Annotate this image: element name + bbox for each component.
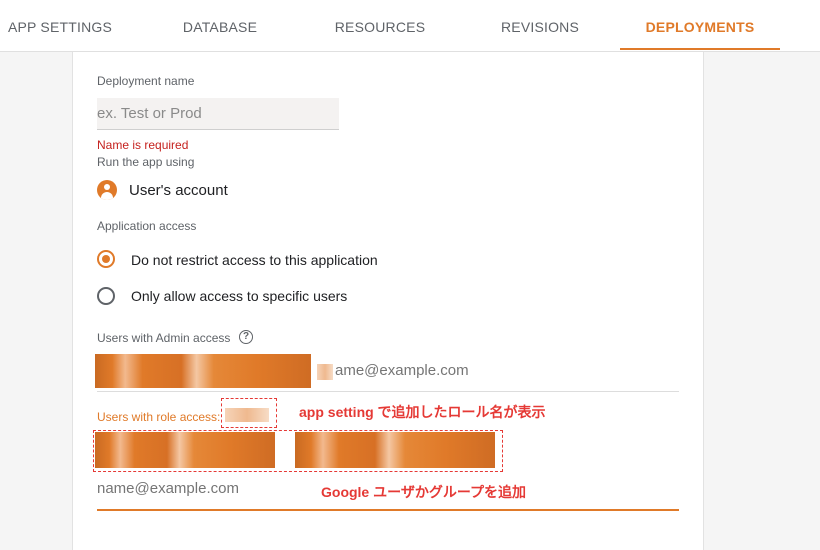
tab-bar: APP SETTINGS DATABASE RESOURCES REVISION… bbox=[0, 0, 820, 52]
radio-unrestricted-icon[interactable] bbox=[97, 250, 115, 268]
role-email-input[interactable]: name@example.com bbox=[97, 480, 239, 497]
tab-revisions[interactable]: REVISIONS bbox=[480, 0, 600, 51]
group-annotation: Google ユーザかグループを追加 bbox=[321, 484, 526, 500]
role-name-annotation-box bbox=[221, 398, 277, 428]
deployment-name-input[interactable] bbox=[97, 98, 339, 129]
tab-app-settings[interactable]: APP SETTINGS bbox=[0, 0, 120, 51]
admin-email-input[interactable]: ame@example.com bbox=[335, 362, 469, 379]
application-access-label: Application access bbox=[97, 219, 197, 233]
run-as-value: User's account bbox=[129, 182, 228, 199]
account-circle-icon bbox=[97, 180, 117, 200]
deployment-form: Deployment name Name is required Run the… bbox=[72, 52, 704, 550]
role-users-annotation-box bbox=[93, 430, 503, 472]
role-input-focus-underline bbox=[97, 509, 679, 511]
radio-specific-users-icon[interactable] bbox=[97, 287, 115, 305]
redacted-admin-chip bbox=[95, 354, 311, 388]
deployment-name-label: Deployment name bbox=[97, 74, 195, 88]
run-as-label: Run the app using bbox=[97, 155, 195, 169]
role-access-label: Users with role access: bbox=[97, 410, 221, 424]
radio-unrestricted-label[interactable]: Do not restrict access to this applicati… bbox=[131, 252, 378, 268]
deployment-name-field-wrapper bbox=[97, 98, 339, 130]
redacted-admin-chip-tail bbox=[317, 364, 333, 380]
tab-resources[interactable]: RESOURCES bbox=[320, 0, 440, 51]
help-icon[interactable]: ? bbox=[239, 330, 253, 344]
role-name-annotation: app setting で追加したロール名が表示 bbox=[299, 404, 546, 420]
active-tab-indicator bbox=[620, 48, 780, 50]
admin-input-underline bbox=[97, 391, 679, 392]
admin-access-label: Users with Admin access bbox=[97, 331, 231, 345]
tab-database[interactable]: DATABASE bbox=[160, 0, 280, 51]
radio-specific-users-label[interactable]: Only allow access to specific users bbox=[131, 288, 347, 304]
name-required-error: Name is required bbox=[97, 138, 189, 152]
tab-deployments[interactable]: DEPLOYMENTS bbox=[620, 0, 780, 51]
